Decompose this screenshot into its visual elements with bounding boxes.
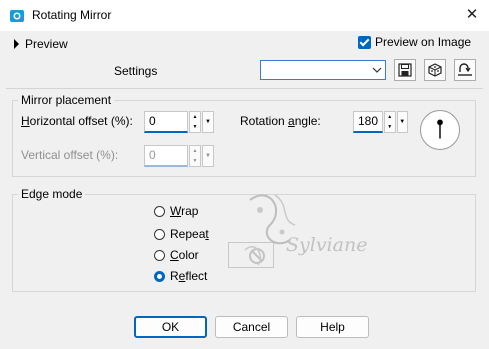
reset-icon xyxy=(458,63,472,76)
rotation-dial[interactable] xyxy=(420,110,460,150)
edge-mode-label: Edge mode xyxy=(18,187,86,201)
cancel-button[interactable]: Cancel xyxy=(215,316,288,338)
randomize-button[interactable] xyxy=(424,59,446,81)
radio-unchecked-icon xyxy=(154,228,165,240)
rotation-angle-dropdown-icon[interactable]: ▼ xyxy=(396,111,408,133)
radio-reflect-label: Reflect xyxy=(170,269,208,283)
app-icon xyxy=(10,10,24,22)
vertical-offset-stepper: ▲ ▼ xyxy=(189,145,201,167)
help-button[interactable]: Help xyxy=(296,316,369,338)
mirror-placement-label: Mirror placement xyxy=(18,93,115,107)
ok-button[interactable]: OK xyxy=(134,316,207,338)
cube-randomize-icon xyxy=(428,63,442,77)
horizontal-offset-dropdown-icon[interactable]: ▼ xyxy=(202,111,214,133)
settings-combobox[interactable] xyxy=(260,60,386,80)
spin-up-icon[interactable]: ▲ xyxy=(190,112,200,122)
settings-label: Settings xyxy=(114,64,158,78)
radio-color[interactable]: Color xyxy=(154,248,199,262)
radio-wrap-label: Wrap xyxy=(170,204,199,218)
preview-on-image-checkbox[interactable]: Preview on Image xyxy=(358,35,471,49)
rotation-angle-label: Rotation angle: xyxy=(240,114,321,128)
preview-toggle[interactable]: Preview xyxy=(14,36,68,52)
preview-label: Preview xyxy=(25,37,68,51)
vertical-offset-label: Vertical offset (%): xyxy=(21,148,119,162)
radio-unchecked-icon xyxy=(154,205,165,217)
radio-repeat-label: Repeat xyxy=(170,227,209,241)
rotation-angle-stepper[interactable]: ▲ ▼ xyxy=(384,111,396,133)
rotation-angle-input[interactable]: 180 xyxy=(353,111,384,133)
window-title: Rotating Mirror xyxy=(32,8,112,22)
horizontal-offset-input[interactable]: 0 xyxy=(144,111,188,133)
radio-unchecked-icon xyxy=(154,249,165,261)
radio-reflect[interactable]: Reflect xyxy=(154,269,207,283)
horizontal-offset-stepper[interactable]: ▲ ▼ xyxy=(189,111,201,133)
expand-triangle-icon xyxy=(14,39,19,49)
radio-checked-icon xyxy=(154,270,165,282)
reset-button[interactable] xyxy=(454,59,476,81)
watermark-text: Sylviane xyxy=(286,234,368,256)
preview-on-image-label: Preview on Image xyxy=(375,35,472,49)
vertical-offset-spinbox: 0 ▲ ▼ ▼ xyxy=(144,145,214,167)
separator xyxy=(6,88,483,89)
checkbox-checked-icon xyxy=(358,35,371,49)
radio-wrap[interactable]: Wrap xyxy=(154,204,198,218)
vertical-offset-dropdown-icon: ▼ xyxy=(202,145,214,167)
spin-down-icon[interactable]: ▼ xyxy=(190,122,200,132)
horizontal-offset-label: Horizontal offset (%): xyxy=(21,114,133,128)
dial-knob-icon xyxy=(437,119,443,126)
close-icon[interactable]: ✕ xyxy=(460,4,484,26)
radio-repeat[interactable]: Repeat xyxy=(154,227,209,241)
spin-up-icon[interactable]: ▲ xyxy=(385,112,394,122)
horizontal-offset-spinbox[interactable]: 0 ▲ ▼ ▼ xyxy=(144,111,214,133)
spin-down-icon: ▼ xyxy=(192,157,198,164)
watermark-logo xyxy=(244,194,296,266)
vertical-offset-input: 0 xyxy=(144,145,188,167)
rotation-angle-spinbox[interactable]: 180 ▲ ▼ ▼ xyxy=(353,111,408,133)
spin-up-icon: ▲ xyxy=(192,147,198,154)
save-icon xyxy=(398,63,412,77)
spin-down-icon[interactable]: ▼ xyxy=(385,122,394,132)
save-preset-button[interactable] xyxy=(394,59,416,81)
radio-color-label: Color xyxy=(170,248,199,262)
chevron-down-icon xyxy=(372,67,382,73)
